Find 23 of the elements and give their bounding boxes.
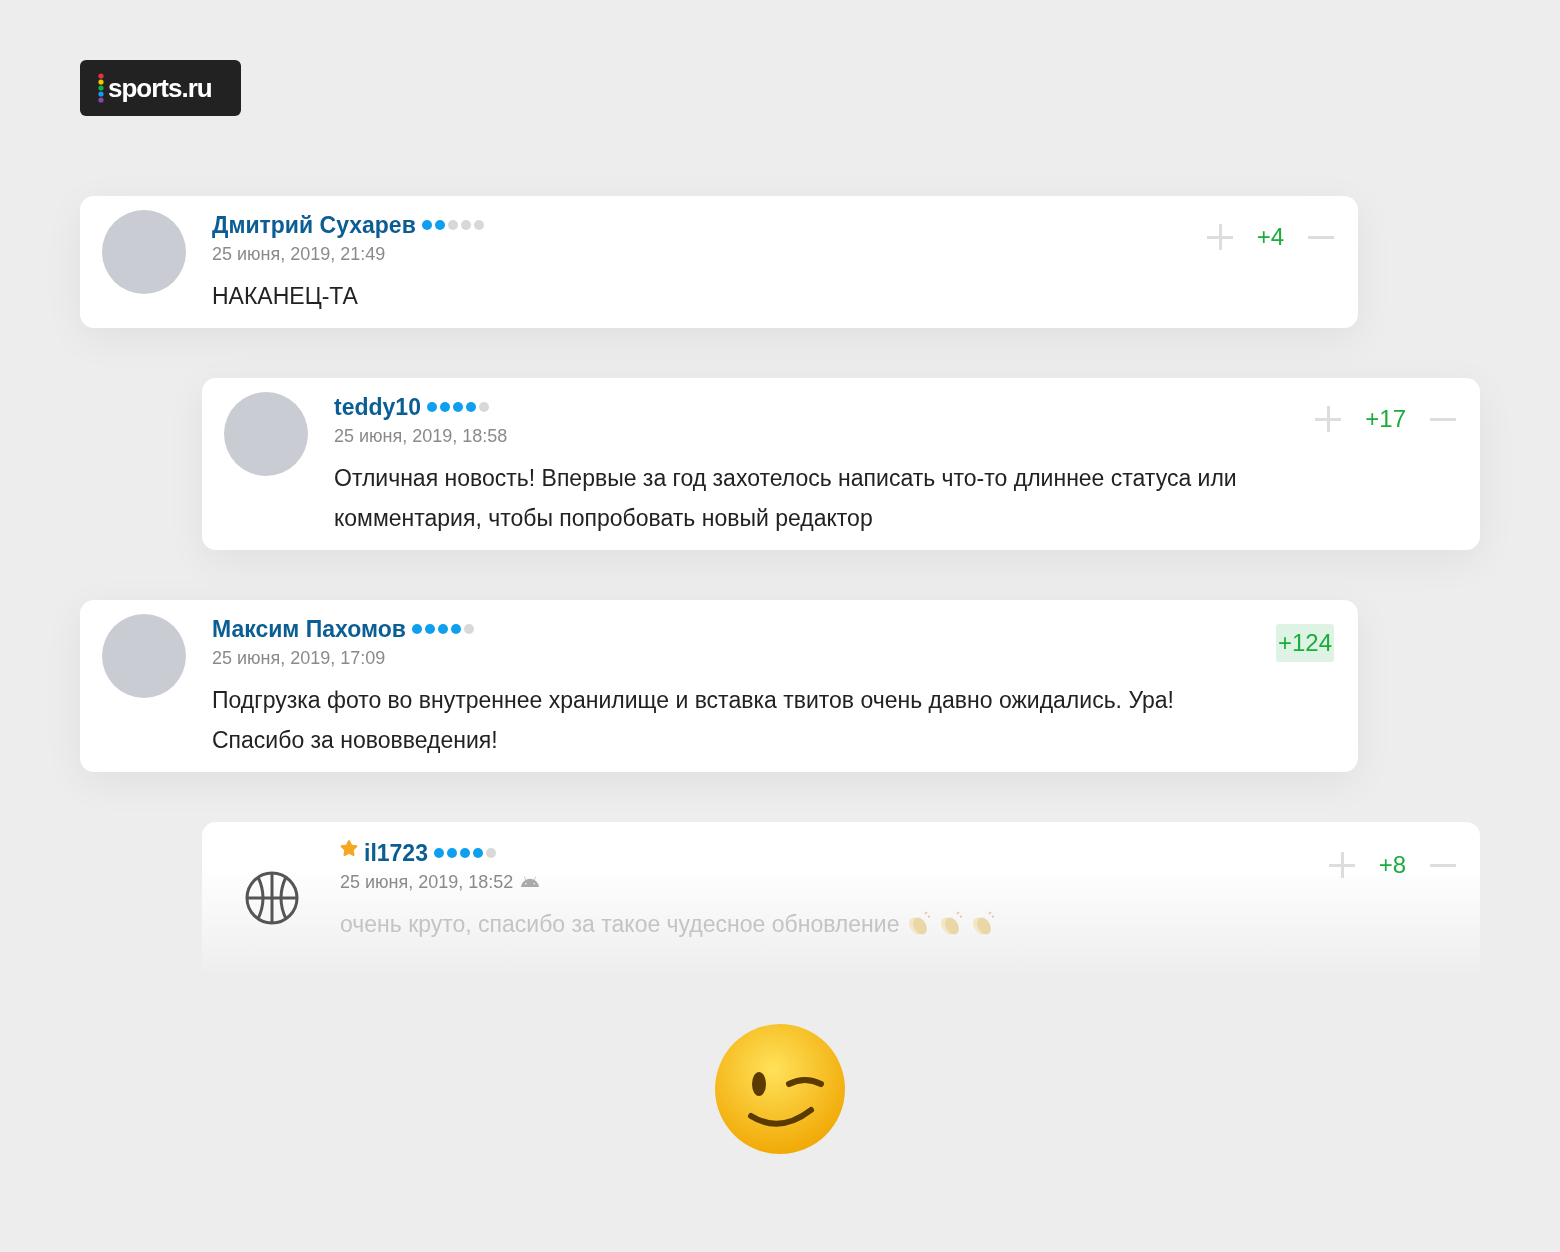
author-name[interactable]: Максим Пахомов: [212, 614, 406, 644]
upvote-button[interactable]: [1328, 852, 1355, 878]
rating-count: +124: [1275, 624, 1334, 662]
rating-count: +17: [1365, 406, 1406, 432]
comment-text: Подгрузка фото во внутреннее хранилище и вставка твитов очень давно ожидались. Ура! Спасибо за нововведения!: [212, 686, 1175, 755]
comment-date: 25 июня, 2019, 21:49: [212, 243, 386, 266]
logo-text: sports.ru: [108, 71, 212, 105]
author-name[interactable]: Дмитрий Сухарев: [212, 210, 416, 240]
author-name[interactable]: teddy10: [334, 392, 421, 422]
comment-date: 25 июня, 2019, 17:09: [212, 647, 386, 670]
rating-count: +4: [1256, 224, 1284, 250]
colored-dots-icon: [98, 73, 104, 103]
comment-text: НАКАНЕЦ-ТА: [212, 282, 358, 311]
rating-count: +8: [1378, 852, 1406, 878]
upvote-button[interactable]: [1315, 406, 1342, 432]
comment-date: 25 июня, 2019, 18:58: [334, 425, 508, 448]
upvote-button[interactable]: [1206, 224, 1233, 250]
sports-logo[interactable]: sports.ru: [80, 60, 241, 116]
author-name[interactable]: il1723: [364, 838, 428, 868]
comment-text: Отличная новость! Впервые за год захотелось написать что-то длиннее статуса или комментария, чтобы попробовать новый редактор: [334, 464, 1238, 533]
comment-date: 25 июня, 2019, 18:52: [340, 871, 514, 894]
winking-face-icon: [713, 1022, 847, 1156]
basketball-icon: [244, 870, 300, 926]
